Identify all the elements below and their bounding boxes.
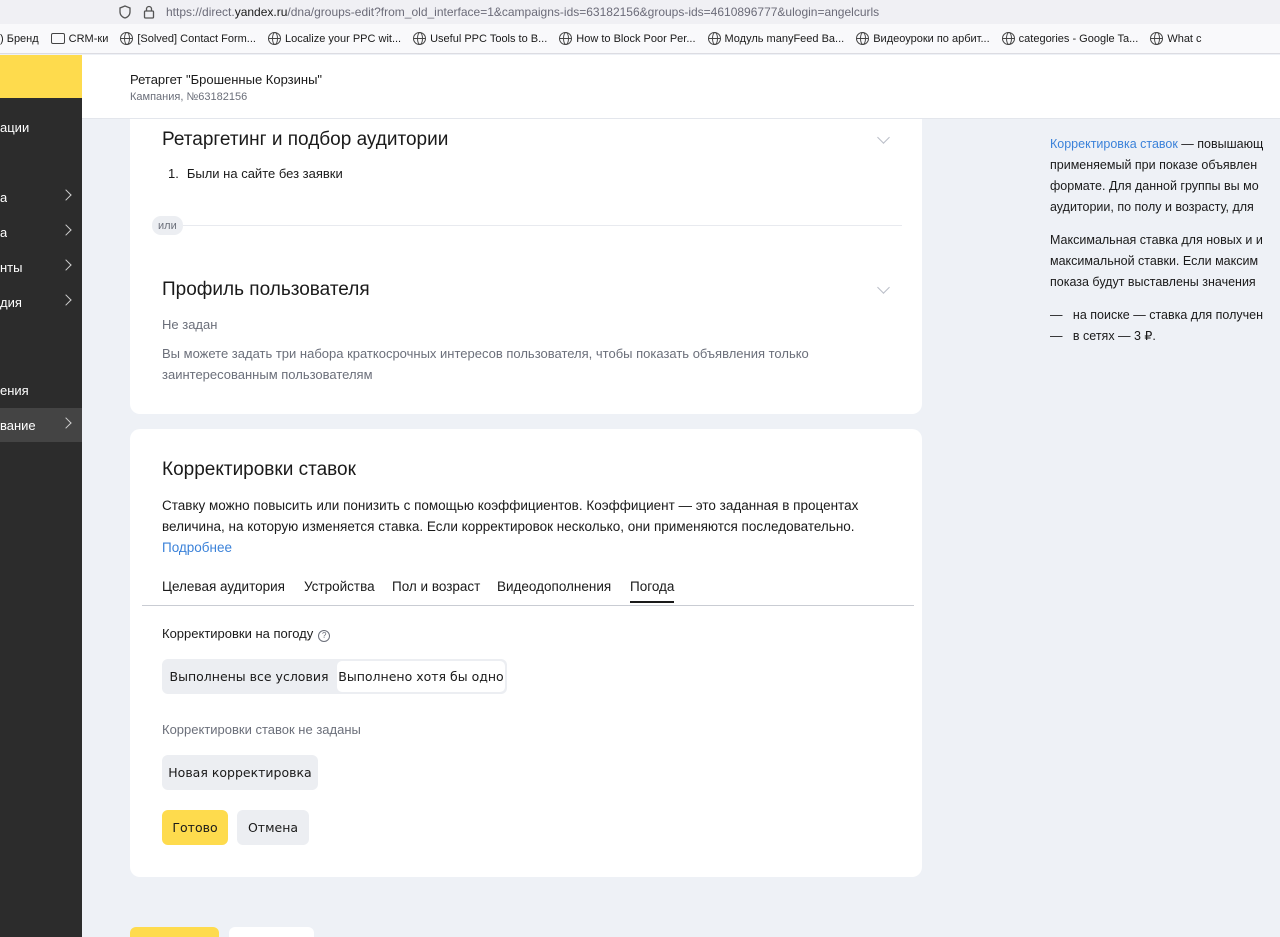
- sidebar-item[interactable]: а: [0, 215, 82, 249]
- globe-icon: [413, 32, 427, 45]
- tab-weather[interactable]: Погода: [630, 579, 675, 603]
- condition-toggle: Выполнены все условия Выполнено хотя бы …: [162, 659, 507, 694]
- secondary-button-partial[interactable]: [229, 927, 314, 937]
- any-condition-option[interactable]: Выполнено хотя бы одно: [337, 661, 505, 692]
- tab-devices[interactable]: Устройства: [304, 579, 375, 594]
- help-paragraph-1: Корректировка ставок — повышающ применяе…: [1050, 137, 1264, 214]
- campaign-title: Ретаргет "Брошенные Корзины": [130, 72, 323, 87]
- weather-adjustments-label: Корректировки на погоду?: [162, 626, 331, 642]
- globe-icon: [267, 32, 281, 45]
- sidebar: ации а а нты дия ения вание: [0, 98, 82, 937]
- new-adjustment-button[interactable]: Новая корректировка: [162, 755, 318, 790]
- cancel-button[interactable]: Отмена: [237, 810, 309, 845]
- globe-icon: [1150, 32, 1164, 45]
- globe-icon: [120, 32, 134, 45]
- sidebar-item[interactable]: вание: [0, 408, 82, 442]
- page-header: Ретаргет "Брошенные Корзины" Кампания, №…: [82, 55, 1280, 119]
- bookmark-item[interactable]: ) Бренд: [0, 33, 39, 45]
- bookmark-item[interactable]: Useful PPC Tools to B...: [413, 32, 547, 45]
- adjustment-tabs: Целевая аудитория Устройства Пол и возра…: [142, 577, 914, 606]
- globe-icon: [856, 32, 870, 45]
- more-link[interactable]: Подробнее: [162, 540, 232, 555]
- done-button[interactable]: Готово: [162, 810, 228, 845]
- targeting-card: Ретаргетинг и подбор аудитории 1. Были на…: [130, 119, 922, 414]
- retargeting-collapse-chevron-icon[interactable]: [877, 131, 890, 144]
- bookmark-item[interactable]: categories - Google Ta...: [1001, 32, 1138, 45]
- tab-video-extensions[interactable]: Видеодополнения: [497, 579, 611, 594]
- bookmark-item[interactable]: Модуль manyFeed Ba...: [707, 32, 844, 45]
- chevron-right-icon: [60, 224, 72, 236]
- globe-icon: [707, 32, 721, 45]
- chevron-right-icon: [60, 417, 72, 429]
- bookmarks-bar: ) Бренд CRM-ки [Solved] Contact Form... Loc…: [0, 24, 1280, 54]
- globe-icon: [559, 32, 573, 45]
- help-panel: Корректировка ставок — повышающ применяе…: [1050, 134, 1280, 359]
- list-item: 1. Были на сайте без заявки: [168, 166, 343, 181]
- sidebar-item[interactable]: нты: [0, 250, 82, 284]
- bid-adjustments-description: Ставку можно повысить или понизить с пом…: [162, 498, 859, 555]
- sidebar-item[interactable]: ения: [0, 373, 82, 407]
- bookmark-item[interactable]: Видеоуроки по арбит...: [856, 32, 990, 45]
- sidebar-item[interactable]: а: [0, 180, 82, 214]
- all-conditions-option[interactable]: Выполнены все условия: [162, 659, 336, 694]
- or-separator: или: [152, 216, 183, 235]
- help-bullets: — на поиске — ставка для получен — в сет…: [1050, 308, 1263, 343]
- bookmark-item[interactable]: CRM-ки: [50, 33, 108, 45]
- tab-target-audience[interactable]: Целевая аудитория: [162, 579, 285, 594]
- bookmark-item[interactable]: What c: [1150, 32, 1202, 45]
- bookmark-item[interactable]: Localize your PPC wit...: [267, 32, 401, 45]
- sidebar-item[interactable]: дия: [0, 285, 82, 319]
- tab-gender-age[interactable]: Пол и возраст: [392, 579, 480, 594]
- profile-description: Вы можете задать три набора краткосрочны…: [162, 346, 809, 382]
- lock-icon[interactable]: [142, 5, 156, 19]
- help-bid-adjustment-link[interactable]: Корректировка ставок: [1050, 137, 1178, 151]
- divider: [162, 225, 902, 226]
- profile-heading: Профиль пользователя: [162, 279, 370, 300]
- shield-icon[interactable]: [118, 5, 132, 19]
- empty-adjustments-text: Корректировки ставок не заданы: [162, 722, 361, 737]
- folder-icon: [50, 33, 65, 44]
- save-button-partial[interactable]: [130, 927, 219, 937]
- chevron-right-icon: [60, 189, 72, 201]
- logo-area[interactable]: [0, 55, 82, 98]
- chevron-right-icon: [60, 259, 72, 271]
- url-text[interactable]: https://direct.yandex.ru/dna/groups-edit…: [166, 5, 879, 19]
- help-icon[interactable]: ?: [318, 629, 331, 642]
- bid-adjustments-heading: Корректировки ставок: [162, 459, 356, 480]
- bid-adjustments-card: Корректировки ставок Ставку можно повыси…: [130, 429, 922, 877]
- bookmark-item[interactable]: How to Block Poor Per...: [559, 32, 696, 45]
- sidebar-item[interactable]: ации: [0, 110, 82, 144]
- bookmark-item[interactable]: [Solved] Contact Form...: [120, 32, 256, 45]
- campaign-subtitle: Кампания, №63182156: [130, 91, 248, 103]
- browser-url-bar[interactable]: https://direct.yandex.ru/dna/groups-edit…: [0, 0, 1280, 24]
- retargeting-heading: Ретаргетинг и подбор аудитории: [162, 129, 449, 150]
- globe-icon: [1001, 32, 1015, 45]
- profile-collapse-chevron-icon[interactable]: [877, 281, 890, 294]
- chevron-right-icon: [60, 294, 72, 306]
- help-paragraph-2: Максимальная ставка для новых и и максим…: [1050, 233, 1263, 289]
- profile-status: Не задан: [162, 317, 218, 332]
